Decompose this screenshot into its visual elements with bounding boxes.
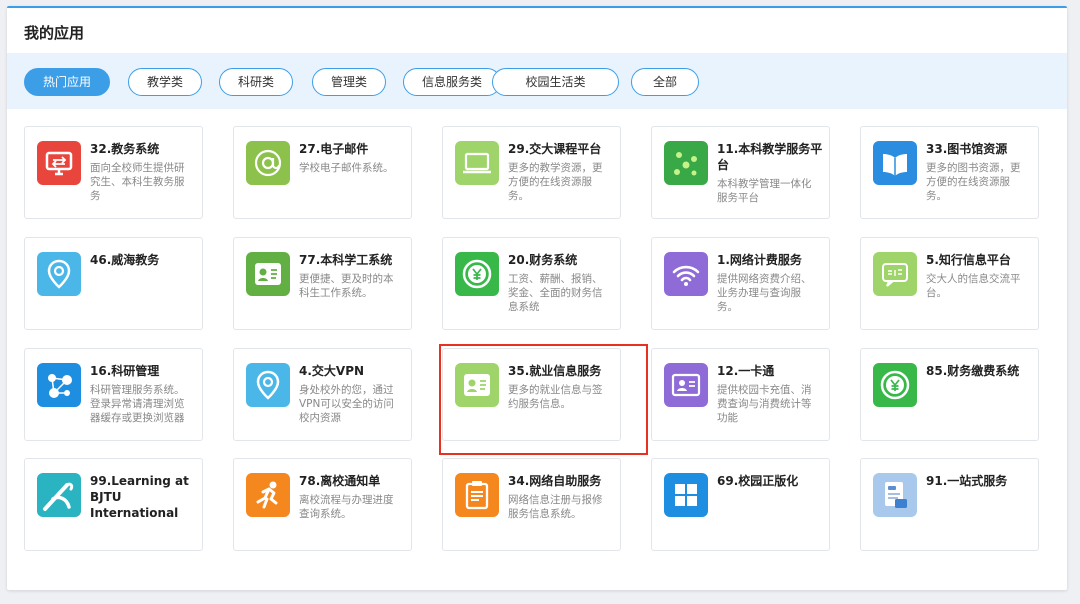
tab-3[interactable]: 科研类 — [219, 68, 293, 96]
tab-5[interactable]: 信息服务类 — [403, 68, 501, 96]
chat-bubble-icon — [873, 252, 917, 296]
app-description: 离校流程与办理进度查询系统。 — [299, 494, 394, 520]
app-description: 提供校园卡充值、消费查询与消费统计等功能 — [717, 384, 812, 424]
wifi-icon — [664, 252, 708, 296]
app-card[interactable]: 46.威海教务 — [24, 237, 203, 330]
app-title: 16.科研管理 — [90, 364, 160, 378]
app-description: 更多的就业信息与签约服务信息。 — [508, 384, 603, 410]
app-card[interactable]: 91.一站式服务 — [860, 458, 1039, 551]
app-card[interactable]: 34.网络自助服务网络信息注册与报修服务信息系统。 — [442, 458, 621, 551]
app-description: 面向全校师生提供研究生、本科生教务服务 — [90, 162, 185, 202]
app-title: 91.一站式服务 — [926, 474, 1008, 488]
app-card[interactable]: 32.教务系统面向全校师生提供研究生、本科生教务服务 — [24, 126, 203, 219]
app-card[interactable]: 33.图书馆资源更多的图书资源，更方便的在线资源服务。 — [860, 126, 1039, 219]
app-title: 1.网络计费服务 — [717, 253, 802, 267]
monitor-icon — [37, 141, 81, 185]
app-description: 更多的教学资源，更方便的在线资源服务。 — [508, 162, 603, 202]
app-title: 32.教务系统 — [90, 142, 160, 156]
panel-title: 我的应用 — [24, 24, 85, 42]
app-title: 20.财务系统 — [508, 253, 578, 267]
molecule-icon — [37, 363, 81, 407]
card-icon — [664, 363, 708, 407]
app-description: 提供网络资费介绍、业务办理与查询服务。 — [717, 273, 812, 313]
book-icon — [873, 141, 917, 185]
app-title: 69.校园正版化 — [717, 474, 799, 488]
app-title: 11.本科教学服务平台 — [717, 142, 823, 172]
app-title: 78.离校通知单 — [299, 474, 381, 488]
tab-1[interactable]: 热门应用 — [24, 68, 110, 96]
app-title: 77.本科学工系统 — [299, 253, 393, 267]
location-pin-icon — [37, 252, 81, 296]
app-title: 35.就业信息服务 — [508, 364, 602, 378]
app-description: 更多的图书资源，更方便的在线资源服务。 — [926, 162, 1021, 202]
app-description: 本科教学管理一体化服务平台 — [717, 178, 812, 204]
form-stamp-icon — [873, 473, 917, 517]
learning-logo-icon — [37, 473, 81, 517]
app-title: 99.Learning at BJTU International — [90, 474, 189, 520]
app-card[interactable]: 1.网络计费服务提供网络资费介绍、业务办理与查询服务。 — [651, 237, 830, 330]
app-card[interactable]: 12.一卡通提供校园卡充值、消费查询与消费统计等功能 — [651, 348, 830, 441]
yuan-coin-icon — [873, 363, 917, 407]
app-card[interactable]: 4.交大VPN 身处校外的您，通过VPN可以安全的访问校内资源 — [233, 348, 412, 441]
app-description: 身处校外的您，通过VPN可以安全的访问校内资源 — [299, 384, 394, 424]
app-title: 85.财务缴费系统 — [926, 364, 1020, 378]
app-title: 29.交大课程平台 — [508, 142, 602, 156]
category-tab-bar: 热门应用 教学类 科研类 管理类 信息服务类 校园生活类 全部 — [7, 53, 1067, 109]
laptop-icon — [455, 141, 499, 185]
app-card[interactable]: 78.离校通知单离校流程与办理进度查询系统。 — [233, 458, 412, 551]
app-card[interactable]: 11.本科教学服务平台本科教学管理一体化服务平台 — [651, 126, 830, 219]
tab-2[interactable]: 教学类 — [128, 68, 202, 96]
app-title: 34.网络自助服务 — [508, 474, 602, 488]
dots-icon — [664, 141, 708, 185]
tab-7[interactable]: 全部 — [631, 68, 699, 96]
running-person-icon — [246, 473, 290, 517]
app-description: 网络信息注册与报修服务信息系统。 — [508, 494, 603, 520]
app-description: 更便捷、更及时的本科生工作系统。 — [299, 273, 394, 299]
app-card[interactable]: 27.电子邮件学校电子邮件系统。 — [233, 126, 412, 219]
app-card[interactable]: 29.交大课程平台更多的教学资源，更方便的在线资源服务。 — [442, 126, 621, 219]
clipboard-icon — [455, 473, 499, 517]
windows-icon — [664, 473, 708, 517]
id-card-icon — [246, 252, 290, 296]
app-title: 4.交大VPN — [299, 364, 365, 378]
app-card[interactable]: 35.就业信息服务更多的就业信息与签约服务信息。 — [442, 348, 621, 441]
my-apps-panel: 我的应用 热门应用 教学类 科研类 管理类 信息服务类 校园生活类 全部 32.教务系统面向… — [7, 6, 1067, 590]
app-card[interactable]: 69.校园正版化 — [651, 458, 830, 551]
app-card[interactable]: 5.知行信息平台交大人的信息交流平台。 — [860, 237, 1039, 330]
at-sign-icon — [246, 141, 290, 185]
app-card[interactable]: 85.财务缴费系统 — [860, 348, 1039, 441]
tab-6[interactable]: 校园生活类 — [492, 68, 619, 96]
app-description: 交大人的信息交流平台。 — [926, 273, 1021, 299]
app-title: 5.知行信息平台 — [926, 253, 1011, 267]
app-description: 学校电子邮件系统。 — [299, 162, 394, 174]
location-pin-icon — [246, 363, 290, 407]
app-card[interactable]: 20.财务系统工资、薪酬、报销、奖金、全面的财务信息系统 — [442, 237, 621, 330]
app-card[interactable]: 77.本科学工系统更便捷、更及时的本科生工作系统。 — [233, 237, 412, 330]
app-title: 33.图书馆资源 — [926, 142, 1008, 156]
app-card[interactable]: 16.科研管理科研管理服务系统。登录异常请清理浏览器缓存或更换浏览器 — [24, 348, 203, 441]
app-title: 27.电子邮件 — [299, 142, 369, 156]
app-title: 12.一卡通 — [717, 364, 775, 378]
app-card[interactable]: 99.Learning at BJTU International — [24, 458, 203, 551]
yuan-coin-icon — [455, 252, 499, 296]
app-title: 46.威海教务 — [90, 253, 160, 267]
app-description: 科研管理服务系统。登录异常请清理浏览器缓存或更换浏览器 — [90, 384, 185, 424]
id-card-icon — [455, 363, 499, 407]
app-description: 工资、薪酬、报销、奖金、全面的财务信息系统 — [508, 273, 603, 313]
tab-4[interactable]: 管理类 — [312, 68, 386, 96]
